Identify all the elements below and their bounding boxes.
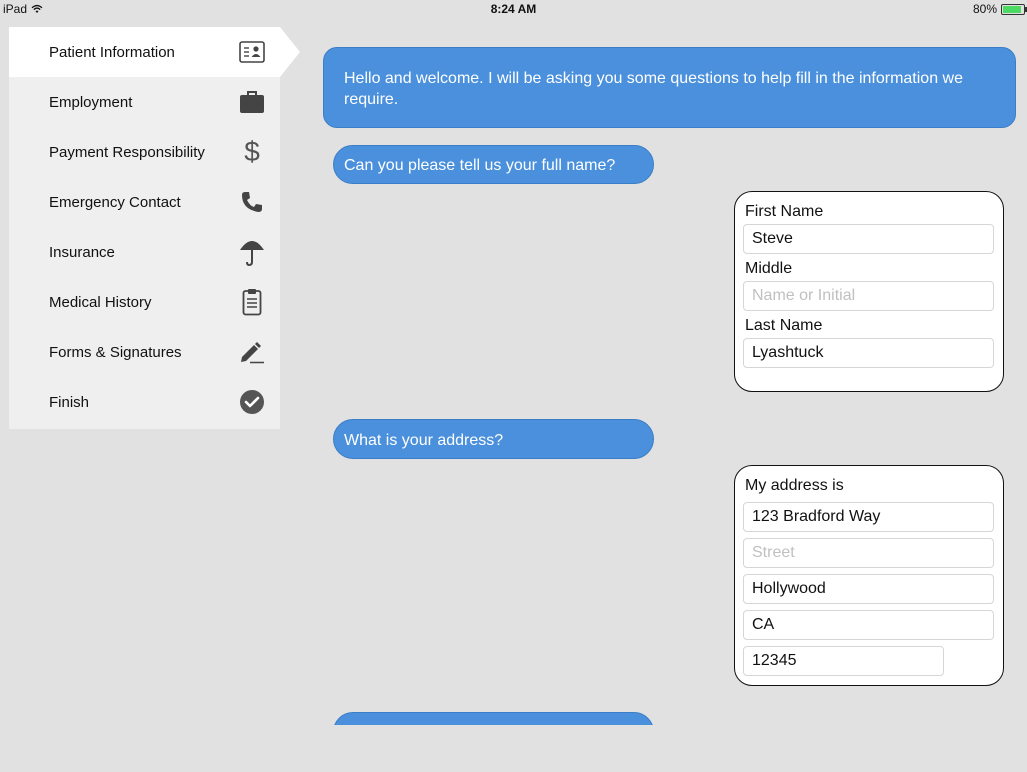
- sidebar-item-label: Finish: [49, 393, 90, 411]
- dollar-icon: $: [244, 136, 260, 167]
- sidebar-item-medical-history[interactable]: Medical History: [9, 277, 280, 327]
- address-line2-field[interactable]: [743, 538, 994, 568]
- zip-field[interactable]: [743, 646, 944, 676]
- question-address: What is your address?: [333, 419, 654, 459]
- status-right: 80%: [972, 2, 1027, 16]
- sidebar-item-finish[interactable]: Finish: [9, 377, 280, 427]
- middle-name-label: Middle: [745, 260, 793, 277]
- status-time: 8:24 AM: [490, 2, 537, 16]
- sidebar-item-patient-information[interactable]: Patient Information: [9, 27, 300, 77]
- state-field[interactable]: [743, 610, 994, 640]
- sidebar-item-label: Patient Information: [49, 43, 175, 61]
- sidebar-item-label: Emergency Contact: [49, 193, 181, 211]
- bottom-area: [0, 725, 1027, 772]
- address-line1-field[interactable]: [743, 502, 994, 532]
- sidebar-item-label: Insurance: [49, 243, 115, 261]
- clipboard-icon: [239, 289, 265, 316]
- sidebar-item-forms-signatures[interactable]: Forms & Signatures: [9, 327, 280, 377]
- phone-icon: [239, 189, 265, 215]
- first-name-field[interactable]: [743, 224, 994, 254]
- status-bar: iPad 8:24 AM 80%: [0, 0, 1027, 18]
- sidebar: Patient Information Employment Payment R…: [9, 27, 300, 429]
- middle-name-field[interactable]: [743, 281, 994, 311]
- id-card-icon: [239, 39, 265, 65]
- battery-icon: [1001, 3, 1027, 15]
- question-name: Can you please tell us your full name?: [333, 145, 654, 184]
- sidebar-item-emergency-contact[interactable]: Emergency Contact: [9, 177, 280, 227]
- sidebar-item-label: Employment: [49, 93, 133, 111]
- checkmark-icon: [239, 389, 265, 415]
- sidebar-item-insurance[interactable]: Insurance: [9, 227, 280, 277]
- battery-percent: 80%: [972, 2, 997, 16]
- first-name-label: First Name: [745, 203, 824, 220]
- pen-icon: [239, 339, 265, 365]
- sidebar-item-label: Forms & Signatures: [49, 343, 182, 361]
- welcome-message: Hello and welcome. I will be asking you …: [323, 47, 1016, 128]
- umbrella-icon: [239, 239, 265, 266]
- address-form: My address is: [734, 465, 1004, 686]
- sidebar-item-label: Payment Responsibility: [49, 143, 205, 161]
- sidebar-item-employment[interactable]: Employment: [9, 77, 280, 127]
- briefcase-icon: [239, 89, 265, 115]
- name-form: First Name Middle Last Name: [734, 191, 1004, 392]
- sidebar-item-label: Medical History: [49, 293, 152, 311]
- sidebar-item-payment-responsibility[interactable]: Payment Responsibility $: [9, 127, 280, 177]
- address-label: My address is: [745, 477, 844, 494]
- city-field[interactable]: [743, 574, 994, 604]
- last-name-label: Last Name: [745, 317, 823, 334]
- last-name-field[interactable]: [743, 338, 994, 368]
